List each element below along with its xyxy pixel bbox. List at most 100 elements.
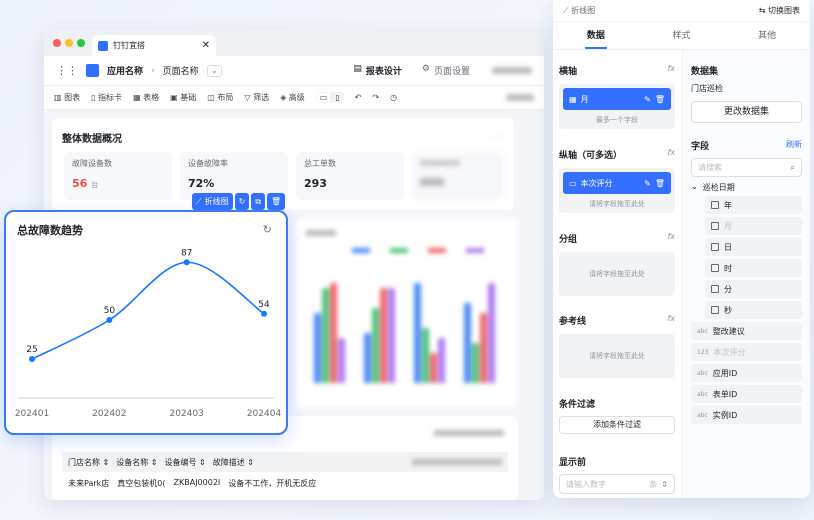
toolbar-advanced[interactable]: ◈ 高级 (280, 92, 305, 103)
field-list: abc 整改建议 123 本次评分 abc 应用ID abc 表单ID abc 实例ID (691, 322, 802, 424)
add-filter-button[interactable]: 添加条件过滤 (559, 416, 675, 434)
history-icon[interactable]: ◷ (390, 93, 397, 102)
fx-icon[interactable]: fx (667, 314, 675, 327)
data-point[interactable] (106, 317, 113, 323)
overview-more-icon[interactable]: ⋯ (493, 132, 502, 142)
delete-icon[interactable]: 🗑 (655, 95, 665, 104)
date-field-item[interactable]: 秒 (705, 301, 802, 319)
panel-tabs: 数据 样式 其他 (553, 22, 810, 50)
field-search-placeholder: 请搜索 (698, 163, 722, 172)
toolbar-filter[interactable]: ▽ 筛选 (244, 92, 269, 103)
data-point[interactable] (29, 356, 35, 362)
stat-unit: 台 (91, 181, 99, 189)
stat-card[interactable]: 故障设备数 56 台 (64, 152, 172, 200)
data-label: 50 (104, 306, 116, 316)
field-item[interactable]: abc 应用ID (691, 364, 802, 382)
calendar-icon (711, 306, 719, 314)
switch-chart-button[interactable]: ⇆ 切换图表 (759, 5, 800, 16)
toolbar-layout[interactable]: ◫ 布局 (207, 92, 233, 103)
table-header-cell[interactable]: 门店名称 ⇕ (68, 457, 109, 468)
date-field-item[interactable]: 年 (705, 196, 802, 214)
page-dropdown-icon[interactable]: ⌄ (206, 64, 223, 77)
breadcrumb-separator-icon: › (151, 65, 155, 76)
edit-icon[interactable]: ✎ (644, 95, 651, 104)
table-header-cell[interactable]: 故障描述 ⇕ (213, 457, 254, 468)
date-field-item[interactable]: 月 (705, 217, 802, 235)
mobile-icon[interactable]: ▯ (332, 93, 342, 102)
redo-icon[interactable]: ↷ (372, 93, 379, 102)
page-name[interactable]: 页面名称 (163, 64, 199, 77)
table-header-cell[interactable]: 设备编号 ⇕ (165, 457, 206, 468)
header-actions[interactable] (492, 67, 532, 74)
edit-icon[interactable]: ✎ (644, 179, 651, 188)
table-header-cell[interactable]: 设备名称 ⇕ (116, 457, 157, 468)
data-point[interactable] (183, 259, 190, 266)
x-axis-dropzone[interactable]: ▦ 月 ✎ 🗑 最多一个字段 (559, 84, 675, 129)
chart-type-indicator: ⟋ 折线图 (563, 6, 596, 15)
filter-title: 条件过滤 (559, 400, 596, 410)
delete-icon[interactable]: 🗑 (655, 179, 665, 188)
toolbar-table[interactable]: ▦ 表格 (133, 92, 159, 103)
stepper-icon[interactable]: ⇕ (661, 480, 668, 489)
tab-page-settings[interactable]: ⚙ 页面设置 (422, 64, 470, 77)
reference-line-dropzone[interactable]: 请将字段拖至此处 (559, 334, 675, 378)
grid-menu-icon[interactable]: ⋮⋮ (56, 64, 78, 77)
overview-title: 整体数据概况 (62, 134, 122, 145)
close-tab-icon[interactable]: ✕ (202, 40, 210, 51)
group-dropzone[interactable]: 请将字段拖至此处 (559, 252, 675, 296)
chart-type-button[interactable]: ⟋ 折线图 (192, 193, 233, 210)
app-name[interactable]: 应用名称 (107, 64, 143, 77)
date-field-item[interactable]: 时 (705, 259, 802, 277)
maximize-dot[interactable] (77, 39, 85, 47)
line-chart-card[interactable]: 总故障数趋势 ↻ 25 202401 50 202402 87 202403 54 20240… (4, 210, 288, 435)
delete-chart-button[interactable]: 🗑 (267, 193, 286, 210)
data-point[interactable] (261, 310, 267, 317)
search-icon: ⌕ (790, 162, 795, 172)
change-dataset-button[interactable]: 更改数据集 (691, 101, 802, 123)
date-field-group[interactable]: ⌄ 巡检日期 (691, 182, 802, 193)
tab-data[interactable]: 数据 (553, 22, 639, 49)
date-field-item[interactable]: 分 (705, 280, 802, 298)
table-toolbar[interactable] (434, 430, 504, 436)
refresh-fields-link[interactable]: 刷新 (786, 139, 802, 152)
close-dot[interactable] (53, 39, 61, 47)
top-n-input[interactable]: 请输入数字 条 ⇕ (559, 474, 675, 494)
field-type-icon: 123 (697, 348, 709, 356)
fx-icon[interactable]: fx (667, 148, 675, 161)
fx-icon[interactable]: fx (667, 232, 675, 245)
toolbar-metric-card[interactable]: ▯ 指标卡 (91, 92, 122, 103)
field-label: 应用ID (712, 368, 738, 378)
desktop-icon[interactable]: ▭ (316, 93, 331, 102)
field-search-input[interactable]: 请搜索 ⌕ (691, 158, 802, 177)
field-item[interactable]: abc 整改建议 (691, 322, 802, 340)
blurred-bars (312, 268, 512, 383)
browser-tab[interactable]: 钉钉宜搭 ✕ (92, 35, 216, 56)
toolbar-basic[interactable]: ▣ 基础 (170, 92, 196, 103)
x-axis-field-chip[interactable]: ▦ 月 ✎ 🗑 (563, 88, 671, 110)
tab-other[interactable]: 其他 (724, 22, 810, 49)
field-mapping-column: 横轴 fx ▦ 月 ✎ 🗑 最多一个字段 纵轴（可多选） fx ▭ 本次评分 ✎ 🗑 (553, 50, 681, 498)
y-axis-dropzone[interactable]: ▭ 本次评分 ✎ 🗑 请将字段拖至此处 (559, 168, 675, 213)
stat-card[interactable]: 总工单数 293 (296, 152, 404, 200)
field-item[interactable]: abc 实例ID (691, 406, 802, 424)
copy-chart-button[interactable]: ⧉ (251, 193, 266, 210)
app-icon (86, 64, 99, 77)
field-item[interactable]: abc 表单ID (691, 385, 802, 403)
toolbar-actions[interactable] (506, 94, 534, 101)
y-axis-field-chip[interactable]: ▭ 本次评分 ✎ 🗑 (563, 172, 671, 194)
fx-icon[interactable]: fx (667, 64, 675, 77)
minimize-dot[interactable] (65, 39, 73, 47)
x-axis-section: 横轴 fx ▦ 月 ✎ 🗑 最多一个字段 (559, 64, 675, 129)
top-n-section: 显示前 请输入数字 条 ⇕ (559, 455, 675, 494)
tab-report-design[interactable]: ▤ 报表设计 (353, 64, 402, 77)
toolbar-chart[interactable]: ▥ 图表 (54, 92, 80, 103)
refresh-icon[interactable]: ↻ (263, 223, 272, 236)
undo-icon[interactable]: ↶ (355, 93, 362, 102)
date-field-item[interactable]: 日 (705, 238, 802, 256)
device-switch[interactable]: ▭ ▯ (315, 92, 344, 103)
field-item[interactable]: 123 本次评分 (691, 343, 802, 361)
tab-style[interactable]: 样式 (639, 22, 725, 49)
table-row[interactable]: 未来Park店 真空包装机0( ZKBAJ0002I 设备不工作，开机无反应 (62, 478, 508, 489)
refresh-chart-button[interactable]: ↻ (234, 193, 250, 210)
calendar-icon: ▦ (569, 94, 577, 104)
